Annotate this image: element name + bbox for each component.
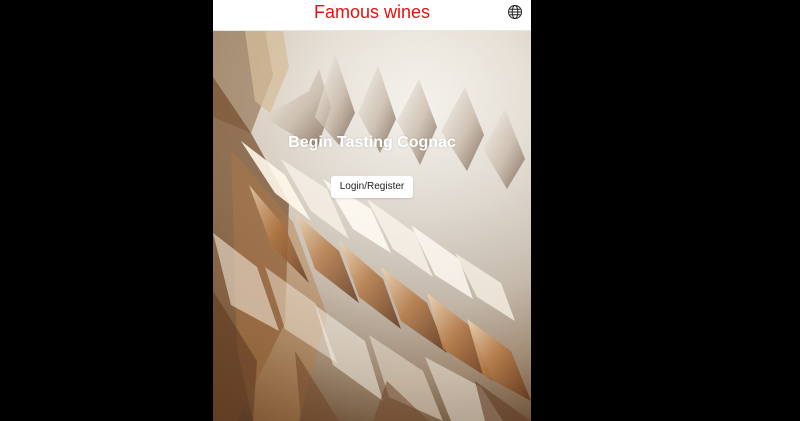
hero-title: Begin Tasting Cognac bbox=[288, 134, 456, 151]
login-register-button[interactable]: Login/Register bbox=[331, 176, 413, 198]
globe-icon[interactable] bbox=[507, 4, 523, 20]
site-header: Famous wines bbox=[213, 0, 531, 31]
mobile-viewport: Famous wines Begin Tasting Cognac Login/… bbox=[213, 0, 531, 421]
hero-banner: Begin Tasting Cognac Login/Register bbox=[213, 31, 531, 421]
site-title: Famous wines bbox=[313, 2, 431, 22]
cut-glass-hero-image bbox=[213, 31, 531, 421]
